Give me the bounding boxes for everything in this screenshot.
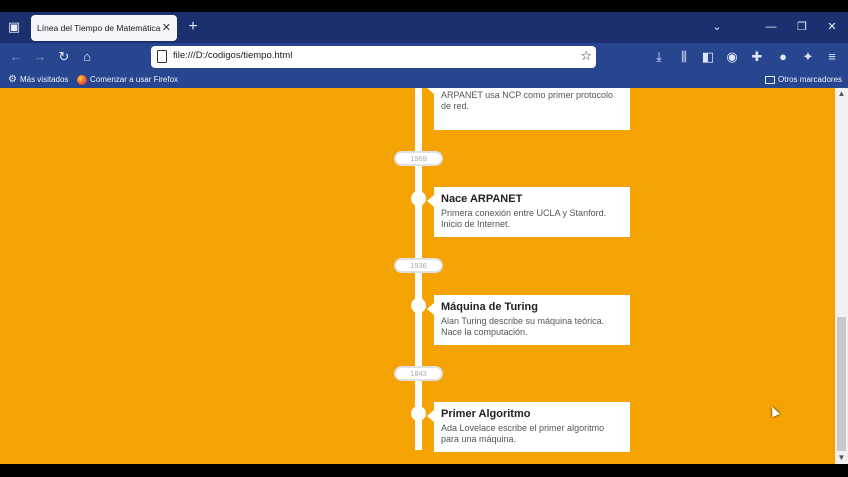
bookmark-label: Comenzar a usar Firefox [90, 75, 179, 84]
card-title: Primer Algoritmo [441, 408, 531, 420]
url-bar[interactable]: file:///D:/codigos/tiempo.html ☆ [151, 46, 596, 68]
reload-icon[interactable]: ↻ [55, 48, 73, 66]
browser-window: ▣ Línea del Tiempo de Matemáticas e ✕ + … [0, 12, 848, 464]
back-arrow-icon[interactable]: ← [7, 48, 25, 66]
library-icon[interactable]: ⫼ [675, 48, 693, 66]
tab-bar: ▣ Línea del Tiempo de Matemáticas e ✕ + … [0, 12, 848, 43]
url-text[interactable]: file:///D:/codigos/tiempo.html [173, 50, 292, 61]
other-bookmarks[interactable]: Otros marcadores [765, 72, 842, 87]
card-description: ARPANET usa NCP como primer protocolo de… [441, 90, 614, 111]
year-badge: 1843 [394, 366, 443, 381]
navigation-bar: ← → ↻ ⌂ file:///D:/codigos/tiempo.html ☆… [0, 43, 848, 71]
plus-icon[interactable]: + [185, 17, 201, 37]
extensions-icon[interactable]: ✦ [799, 48, 817, 66]
page-content: ARPANET usa NCP como primer protocolo de… [0, 88, 835, 464]
card-title: Nace ARPANET [441, 193, 523, 205]
sidebar-icon[interactable]: ◧ [699, 48, 717, 66]
firefox-icon [77, 74, 87, 85]
timeline-card: Máquina de Turing Alan Turing describe s… [427, 295, 630, 345]
year-badge: 1969 [394, 151, 443, 166]
mouse-cursor [768, 404, 780, 418]
close-icon[interactable]: ✕ [162, 21, 171, 34]
bookmarks-bar: ⚙ Más visitados Comenzar a usar Firefox … [0, 71, 848, 88]
account-icon[interactable]: ◉ [723, 48, 741, 66]
chevron-down-icon[interactable]: ⌄ [709, 18, 725, 36]
timeline-dot [411, 406, 426, 421]
forward-arrow-icon[interactable]: → [31, 48, 49, 66]
restore-icon[interactable]: ❐ [794, 18, 810, 36]
bookmark-getting-started[interactable]: Comenzar a usar Firefox [77, 72, 178, 87]
vertical-scrollbar[interactable]: ▲ ▼ [835, 88, 848, 464]
tab-list-icon[interactable]: ▣ [4, 17, 24, 37]
timeline-dot [411, 298, 426, 313]
bookmark-most-visited[interactable]: ⚙ Más visitados [8, 72, 68, 87]
scrollbar-thumb[interactable] [837, 317, 846, 451]
star-icon[interactable]: ☆ [580, 48, 592, 64]
timeline-card: Nace ARPANET Primera conexión entre UCLA… [427, 187, 630, 237]
close-icon[interactable]: ✕ [824, 18, 840, 36]
minimize-icon[interactable]: — [763, 18, 779, 36]
card-description: Alan Turing describe su máquina teórica.… [441, 316, 605, 337]
extension-icon[interactable]: ✚ [748, 48, 766, 66]
timeline-card: Primer Algoritmo Ada Lovelace escribe el… [427, 402, 630, 452]
year-badge: 1936 [394, 258, 443, 273]
card-description: Ada Lovelace escribe el primer algoritmo… [441, 423, 605, 444]
scroll-down-icon[interactable]: ▼ [835, 452, 848, 464]
account-icon[interactable]: ● [774, 48, 792, 66]
download-icon[interactable]: ⤓ [650, 48, 668, 66]
timeline-dot [411, 191, 426, 206]
folder-icon [765, 75, 775, 84]
tab-active[interactable]: Línea del Tiempo de Matemáticas e ✕ [31, 15, 177, 41]
other-bookmarks-label: Otros marcadores [778, 75, 843, 84]
page-icon [157, 50, 167, 63]
bookmark-label: Más visitados [19, 75, 69, 84]
tab-title: Línea del Tiempo de Matemáticas e [37, 23, 161, 33]
card-title: Máquina de Turing [441, 301, 538, 313]
gear-icon: ⚙ [8, 74, 17, 85]
home-icon[interactable]: ⌂ [78, 48, 96, 66]
card-description: Primera conexión entre UCLA y Stanford. … [441, 208, 607, 229]
scroll-up-icon[interactable]: ▲ [835, 88, 848, 100]
menu-icon[interactable]: ≡ [823, 48, 841, 66]
timeline-card: ARPANET usa NCP como primer protocolo de… [427, 88, 630, 130]
